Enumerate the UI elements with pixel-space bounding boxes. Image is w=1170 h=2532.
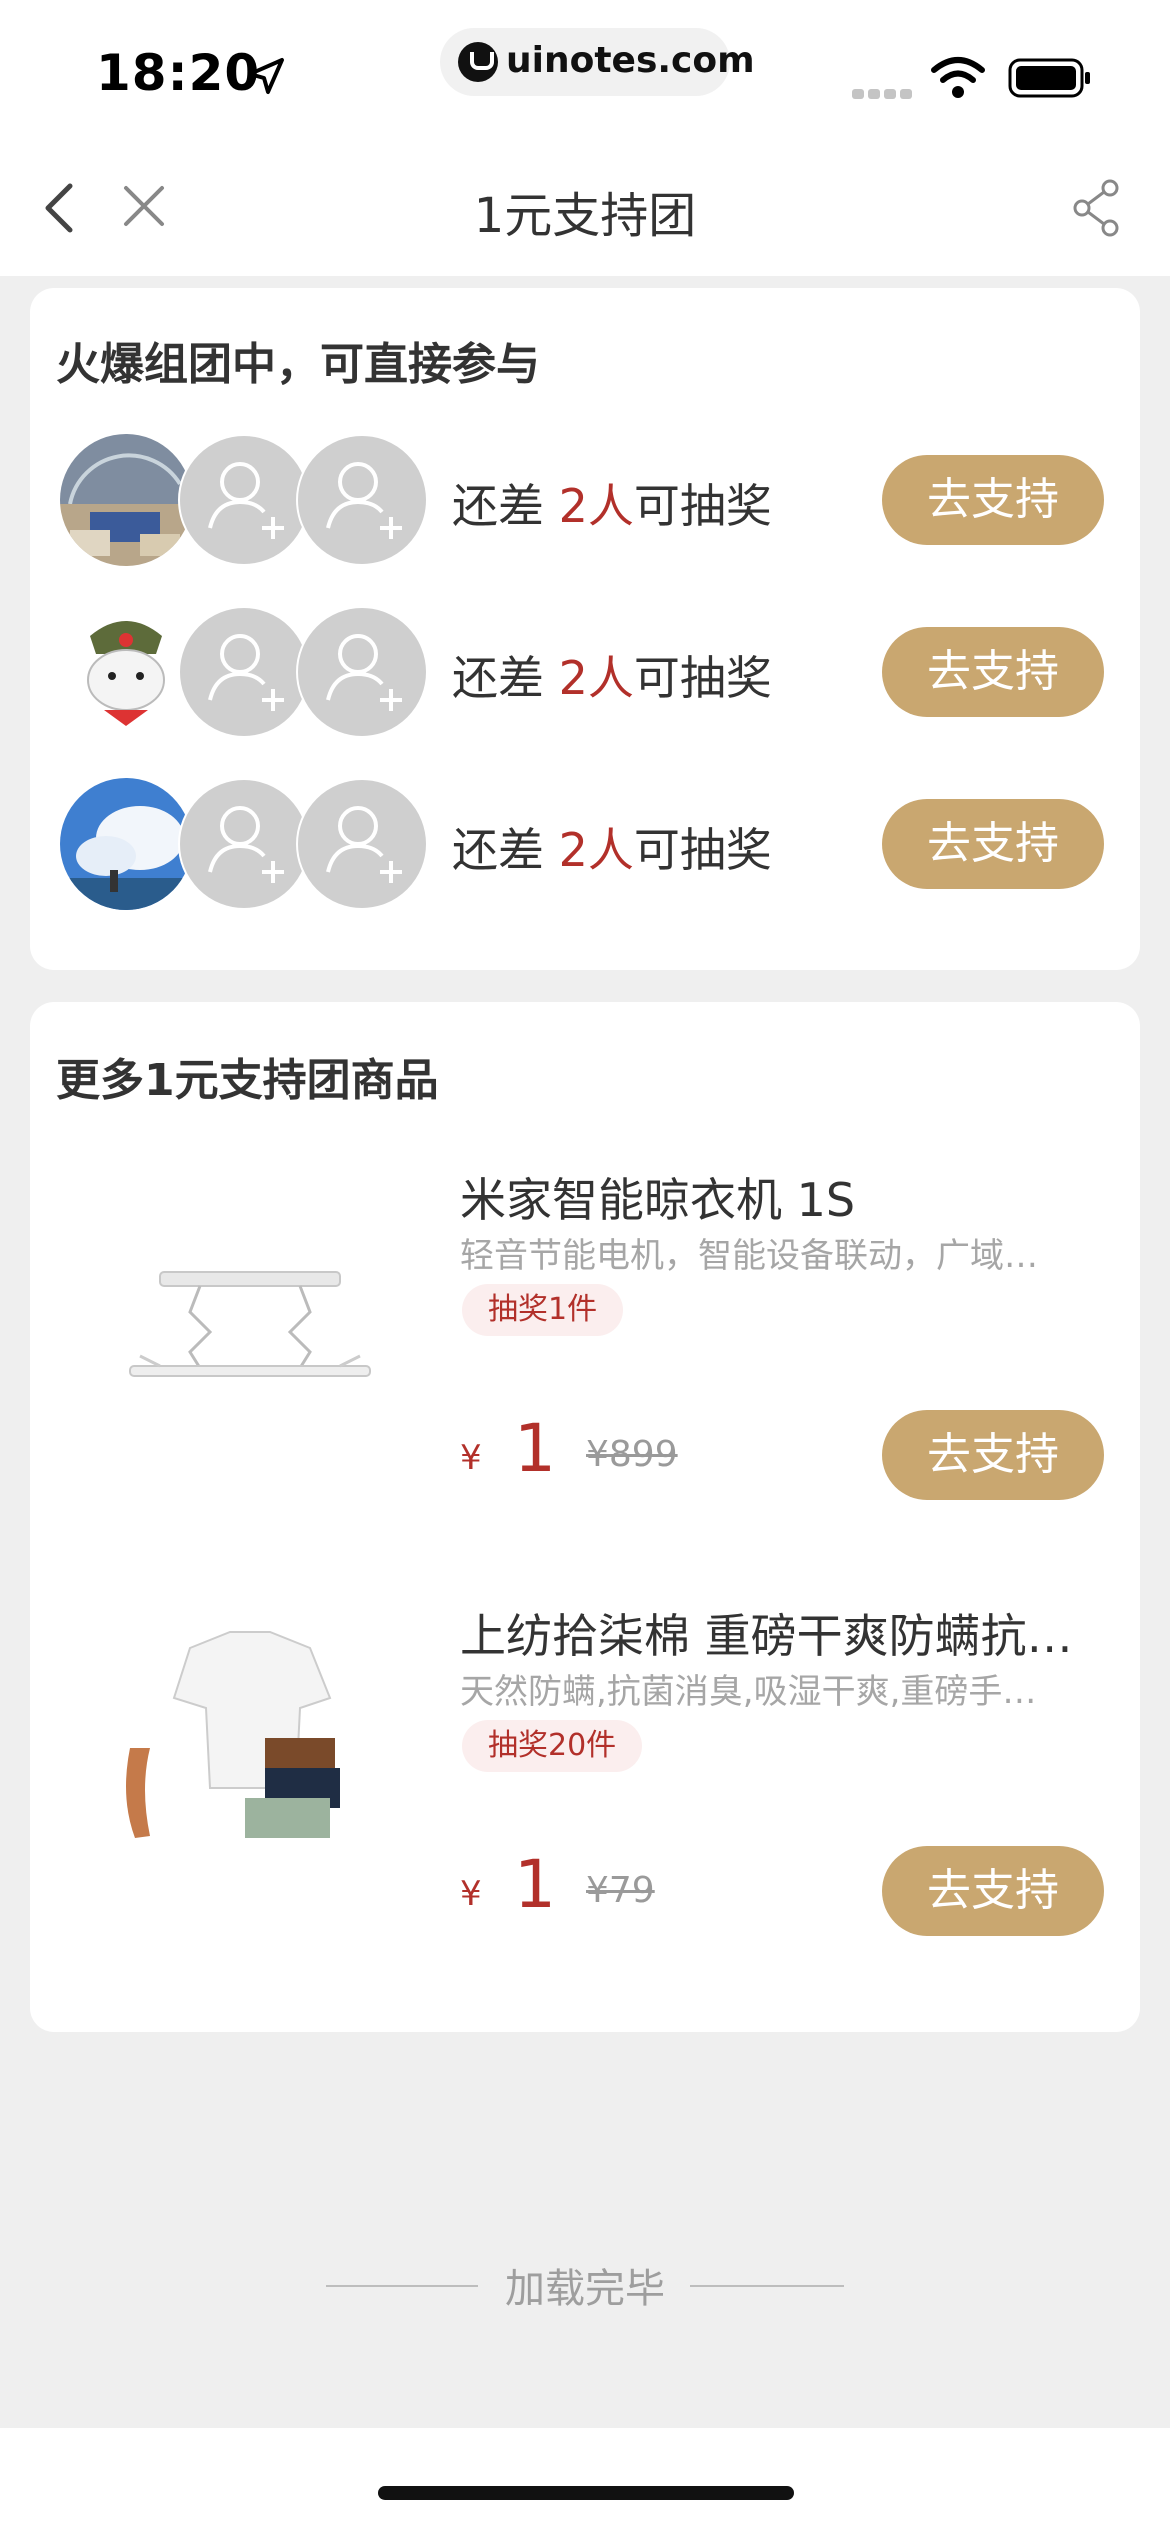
empty-slot-avatar <box>178 434 310 566</box>
empty-slot-avatar <box>296 778 428 910</box>
add-user-icon <box>208 462 284 539</box>
products-card: 更多1元支持团商品 米家智能晾衣机 1S 轻音节能电机，智能设备联动，广域… 抽… <box>30 1002 1140 2032</box>
group-row: 还差 2人可抽奖 去支持 <box>30 434 1140 568</box>
currency-symbol: ¥ <box>460 1874 482 1914</box>
product-name: 上纺拾柒棉 重磅干爽防螨抗… <box>460 1609 1073 1663</box>
group-status-text: 还差 2人可抽奖 <box>452 823 772 877</box>
support-button[interactable]: 去支持 <box>882 627 1104 717</box>
add-user-icon <box>208 806 284 883</box>
location-arrow-icon <box>248 58 284 94</box>
share-icon[interactable] <box>1070 178 1126 238</box>
bottom-bar <box>0 2428 1170 2532</box>
support-button[interactable]: 去支持 <box>882 455 1104 545</box>
group-row: 还差 2人可抽奖 去支持 <box>30 778 1140 912</box>
load-complete-text: 加载完毕 <box>505 2266 665 2312</box>
empty-slot-avatar <box>178 778 310 910</box>
product-desc: 天然防螨,抗菌消臭,吸湿干爽,重磅手… <box>460 1672 1037 1712</box>
empty-slot-avatar <box>296 434 428 566</box>
page-title: 1元支持团 <box>473 188 697 244</box>
empty-slot-avatar <box>178 606 310 738</box>
original-price: ¥79 <box>586 1870 655 1911</box>
groups-card: 火爆组团中，可直接参与 还差 2人可抽奖 去支持 还差 2人可抽奖 去支持 还差… <box>30 288 1140 970</box>
support-button[interactable]: 去支持 <box>882 1410 1104 1500</box>
product-price: 1 <box>514 1846 556 1923</box>
currency-symbol: ¥ <box>460 1438 482 1478</box>
add-user-icon <box>326 806 402 883</box>
add-user-icon <box>208 634 284 711</box>
support-button[interactable]: 去支持 <box>882 1846 1104 1936</box>
group-row: 还差 2人可抽奖 去支持 <box>30 606 1140 740</box>
wifi-icon <box>931 57 985 98</box>
home-indicator[interactable] <box>378 2486 794 2500</box>
lottery-tag: 抽奖1件 <box>462 1284 624 1336</box>
products-section-title: 更多1元支持团商品 <box>56 1055 439 1106</box>
drying-rack-image <box>129 1271 371 1377</box>
add-user-icon <box>326 634 402 711</box>
cellular-signal-icon <box>852 84 916 103</box>
lottery-tag: 抽奖20件 <box>462 1720 643 1772</box>
product-desc: 轻音节能电机，智能设备联动，广域… <box>460 1236 1038 1276</box>
empty-slot-avatar <box>296 606 428 738</box>
add-user-icon <box>326 462 402 539</box>
url-text: uinotes.com <box>506 40 755 81</box>
tshirt-pack-image <box>126 1631 340 1838</box>
group-status-text: 还差 2人可抽奖 <box>452 479 772 533</box>
groups-section-title: 火爆组团中，可直接参与 <box>56 339 540 390</box>
avatar <box>60 434 192 566</box>
group-status-text: 还差 2人可抽奖 <box>452 651 772 705</box>
url-bar[interactable]: uinotes.com <box>440 28 755 96</box>
status-time: 18:20 <box>96 44 261 102</box>
avatar <box>60 606 192 738</box>
product-name: 米家智能晾衣机 1S <box>460 1173 856 1227</box>
support-button[interactable]: 去支持 <box>882 799 1104 889</box>
avatar <box>60 778 192 910</box>
product-price: 1 <box>514 1410 556 1487</box>
original-price: ¥899 <box>586 1434 678 1475</box>
site-logo-icon <box>458 42 498 82</box>
battery-icon <box>1008 58 1090 98</box>
